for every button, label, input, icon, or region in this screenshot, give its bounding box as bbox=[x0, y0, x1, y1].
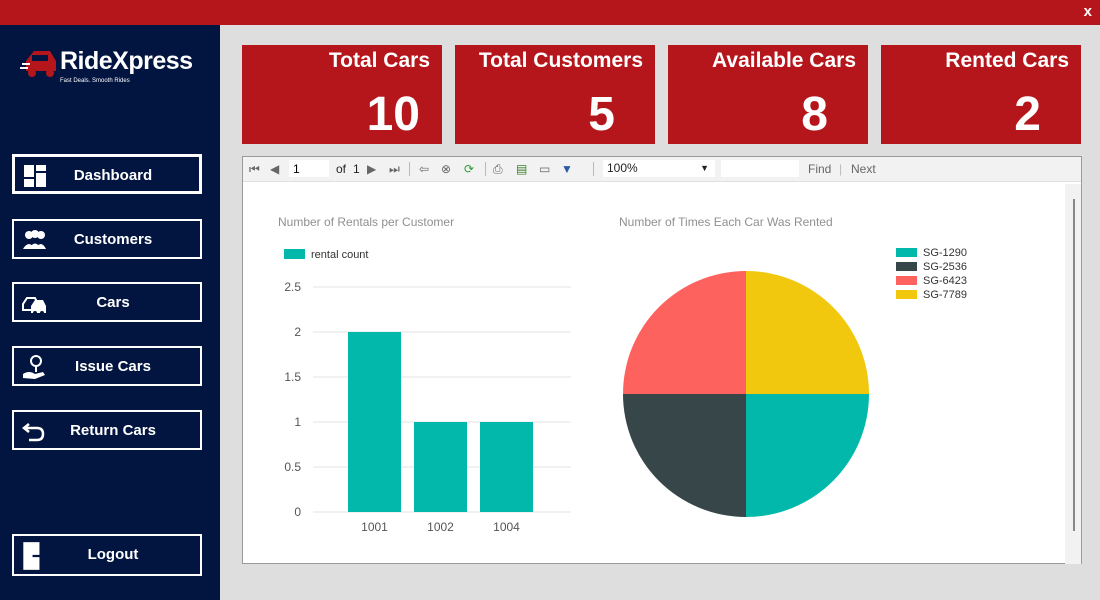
legend-swatch bbox=[896, 262, 917, 271]
pie-slice bbox=[623, 394, 746, 517]
stat-value: 2 bbox=[1014, 88, 1041, 141]
brand-name: RideXpress bbox=[60, 47, 193, 75]
close-button[interactable]: x bbox=[1084, 3, 1092, 20]
legend-label: SG-1290 bbox=[923, 247, 967, 259]
stat-card-available-cars: Available Cars 8 bbox=[668, 45, 868, 144]
x-tick-label: 1002 bbox=[427, 520, 454, 534]
export-icon[interactable]: ▼ bbox=[561, 161, 573, 177]
nav-dashboard-button[interactable]: Dashboard bbox=[12, 154, 202, 194]
zoom-select[interactable]: 100% ▼ bbox=[603, 160, 715, 177]
legend-swatch bbox=[896, 276, 917, 285]
toolbar-divider bbox=[593, 162, 594, 176]
stat-title: Total Customers bbox=[478, 49, 643, 72]
stat-title: Rented Cars bbox=[945, 49, 1069, 72]
stat-card-total-customers: Total Customers 5 bbox=[455, 45, 655, 144]
find-separator: | bbox=[839, 162, 843, 176]
brand-tagline: Fast Deals. Smooth Rides bbox=[60, 78, 130, 84]
total-pages: 1 bbox=[353, 162, 360, 176]
bar bbox=[480, 422, 533, 512]
y-tick-label: 2.5 bbox=[284, 280, 301, 294]
stat-value: 5 bbox=[588, 88, 615, 141]
logo: RideXpress Fast Deals. Smooth Rides bbox=[20, 43, 210, 93]
stat-value: 10 bbox=[366, 88, 420, 141]
report-viewer: ⏮ ◀ of 1 ▶ ⏭ ⇦ ⊗ ⟳ ⎙ ▤ ▭ ▼ 100% ▼ Find |… bbox=[242, 156, 1082, 564]
previous-page-icon[interactable]: ◀ bbox=[270, 161, 279, 177]
legend-swatch bbox=[896, 248, 917, 257]
bar bbox=[348, 332, 401, 512]
car-logo-icon bbox=[20, 51, 56, 77]
of-label: of bbox=[336, 162, 347, 176]
toolbar-divider bbox=[485, 162, 486, 176]
stat-value: 8 bbox=[801, 88, 828, 141]
chevron-down-icon: ▼ bbox=[700, 163, 709, 173]
next-link[interactable]: Next bbox=[851, 161, 876, 177]
legend-label: SG-2536 bbox=[923, 261, 967, 273]
y-tick-label: 1.5 bbox=[284, 370, 301, 384]
last-page-icon[interactable]: ⏭ bbox=[389, 161, 400, 177]
legend-swatch bbox=[896, 290, 917, 299]
next-page-icon[interactable]: ▶ bbox=[367, 161, 376, 177]
bar-chart-title: Number of Rentals per Customer bbox=[278, 215, 455, 229]
pie-chart: SG-1290 SG-2536 SG-6423 SG-7789 bbox=[623, 247, 967, 517]
nav-issue-cars-button[interactable]: Issue Cars bbox=[12, 346, 202, 386]
stat-title: Available Cars bbox=[712, 49, 856, 72]
legend-swatch bbox=[284, 249, 305, 259]
y-tick-label: 2 bbox=[294, 325, 301, 339]
stat-card-total-cars: Total Cars 10 bbox=[242, 45, 442, 144]
nav-customers-button[interactable]: Customers bbox=[12, 219, 202, 259]
y-tick-label: 0 bbox=[294, 505, 301, 519]
sidebar: RideXpress Fast Deals. Smooth Rides Dash… bbox=[0, 25, 220, 600]
bar-chart: rental count 0 0.5 1 1.5 2 2.5 1001 1002 1004 bbox=[284, 249, 571, 534]
nav-label: Return Cars bbox=[70, 422, 156, 439]
nav-logout-button[interactable]: Logout bbox=[12, 534, 202, 576]
nav-label: Customers bbox=[73, 231, 153, 248]
toolbar-divider bbox=[409, 162, 410, 176]
page-number-input[interactable] bbox=[289, 160, 329, 177]
bar bbox=[414, 422, 467, 512]
x-tick-label: 1001 bbox=[361, 520, 388, 534]
back-icon[interactable]: ⇦ bbox=[419, 161, 429, 177]
nav-label: Issue Cars bbox=[75, 358, 151, 375]
zoom-value: 100% bbox=[607, 161, 638, 175]
page-setup-icon[interactable]: ▭ bbox=[539, 161, 550, 177]
legend-label: rental count bbox=[311, 249, 368, 261]
nav-cars-button[interactable]: Cars bbox=[12, 282, 202, 322]
print-icon[interactable]: ⎙ bbox=[493, 161, 503, 177]
find-input[interactable] bbox=[721, 160, 799, 177]
vertical-scrollbar[interactable] bbox=[1073, 199, 1075, 531]
stop-icon[interactable]: ⊗ bbox=[441, 161, 451, 177]
report-toolbar: ⏮ ◀ of 1 ▶ ⏭ ⇦ ⊗ ⟳ ⎙ ▤ ▭ ▼ 100% ▼ Find |… bbox=[243, 157, 1081, 182]
pie-chart-title: Number of Times Each Car Was Rented bbox=[619, 215, 833, 229]
pie-slice bbox=[746, 271, 869, 394]
nav-label: Dashboard bbox=[73, 167, 153, 184]
pie-slice bbox=[746, 394, 869, 517]
legend-label: SG-7789 bbox=[923, 289, 967, 301]
nav-label: Logout bbox=[87, 546, 139, 563]
first-page-icon[interactable]: ⏮ bbox=[249, 161, 260, 177]
pie-slice bbox=[623, 271, 746, 394]
nav-return-cars-button[interactable]: Return Cars bbox=[12, 410, 202, 450]
refresh-icon[interactable]: ⟳ bbox=[464, 161, 474, 177]
stat-title: Total Cars bbox=[328, 49, 430, 72]
find-link[interactable]: Find bbox=[808, 161, 831, 177]
y-tick-label: 0.5 bbox=[284, 460, 301, 474]
title-bar: x bbox=[0, 0, 1100, 25]
nav-label: Cars bbox=[96, 294, 130, 311]
x-tick-label: 1004 bbox=[493, 520, 520, 534]
stat-card-rented-cars: Rented Cars 2 bbox=[881, 45, 1081, 144]
print-layout-icon[interactable]: ▤ bbox=[516, 161, 527, 177]
y-tick-label: 1 bbox=[294, 415, 301, 429]
legend-label: SG-6423 bbox=[923, 275, 967, 287]
